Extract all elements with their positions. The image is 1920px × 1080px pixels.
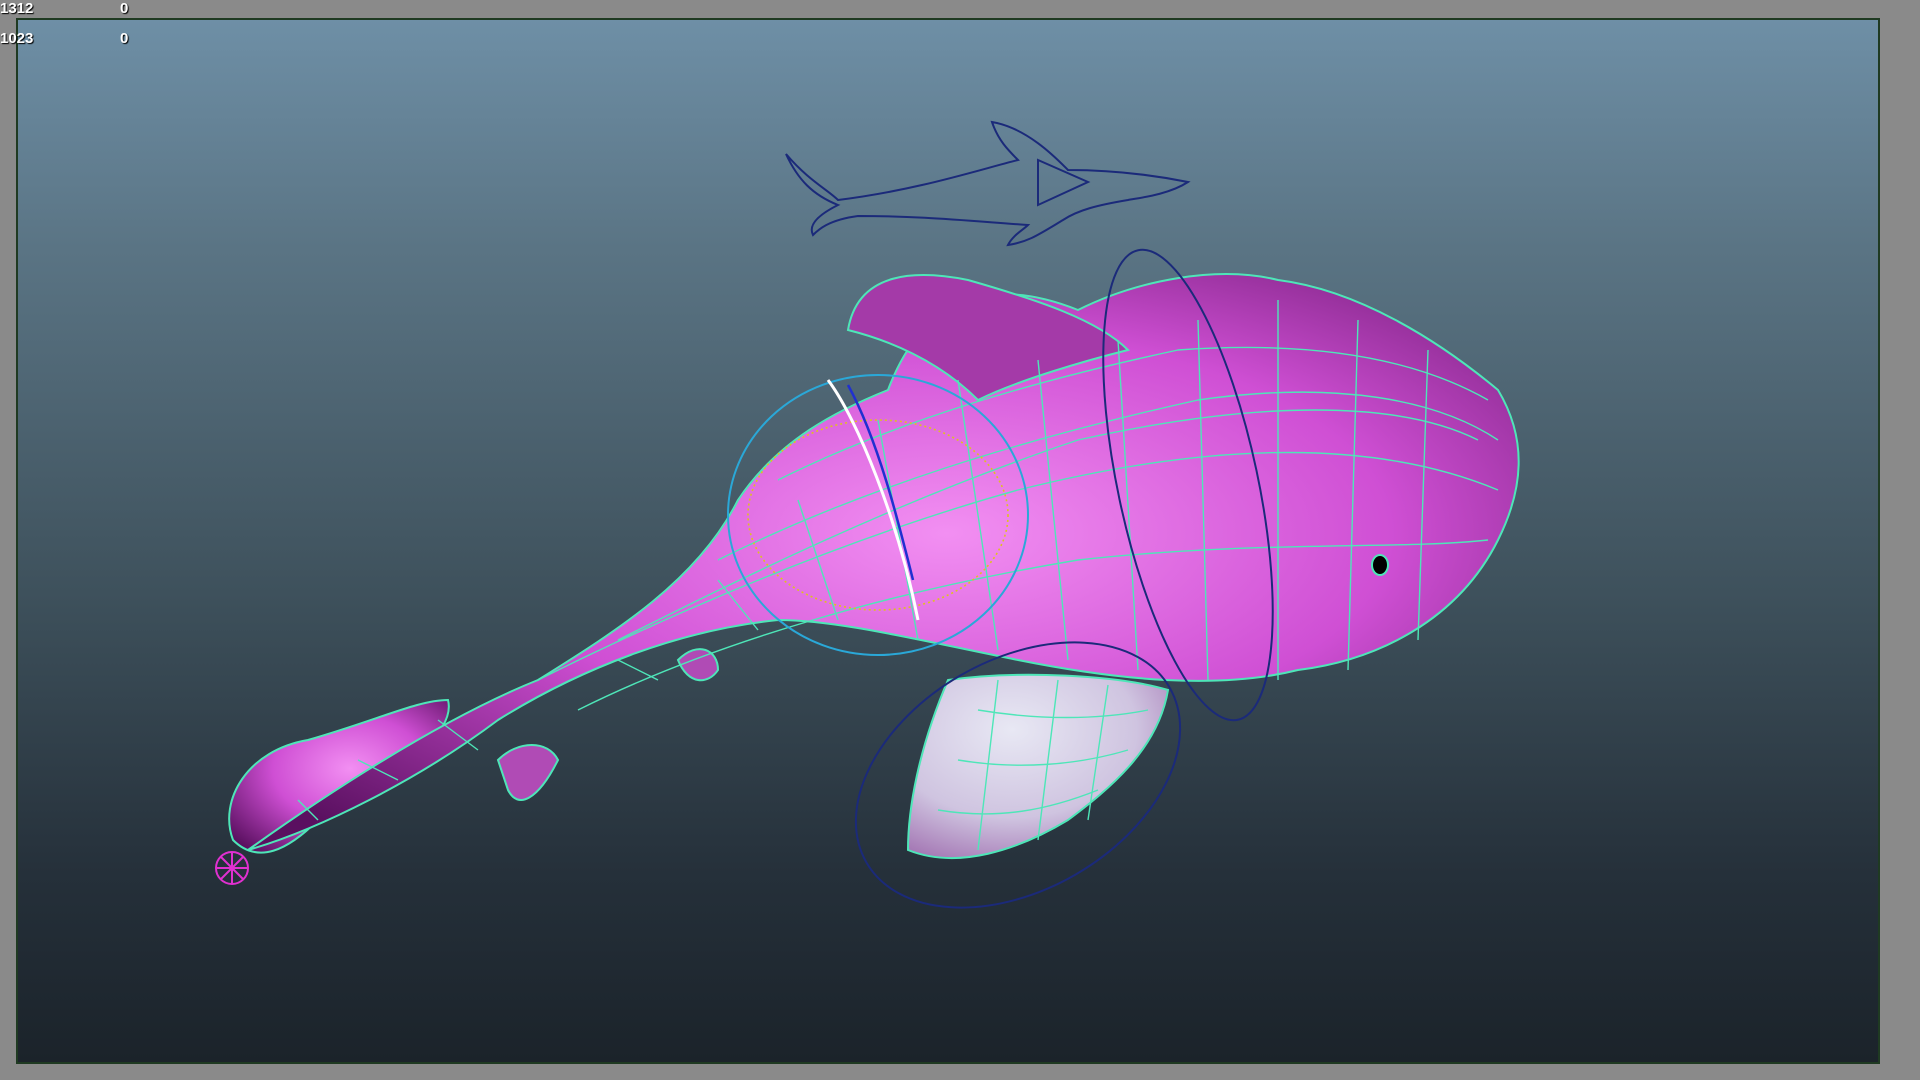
pectoral-fin[interactable] bbox=[906, 673, 1170, 860]
hud-row: 1312 0 bbox=[0, 0, 200, 18]
dolphin-outline-controller[interactable] bbox=[785, 120, 1191, 247]
hud-overlay: 1312 0 1023 0 bbox=[0, 0, 200, 56]
maya-viewport[interactable] bbox=[16, 18, 1880, 1064]
root-locator-icon[interactable] bbox=[215, 851, 249, 885]
hud-label: 1312 bbox=[0, 0, 34, 17]
hud-label: 1023 bbox=[0, 30, 34, 47]
eye bbox=[1371, 554, 1389, 576]
hud-value: 0 bbox=[120, 30, 129, 47]
small-fin[interactable] bbox=[496, 744, 560, 801]
hud-row: 1023 0 bbox=[0, 30, 200, 48]
small-fin[interactable] bbox=[676, 648, 720, 682]
tail-fluke[interactable] bbox=[228, 698, 450, 854]
hud-value: 0 bbox=[120, 0, 129, 17]
dolphin-model[interactable] bbox=[228, 273, 1520, 860]
dolphin-body[interactable] bbox=[247, 273, 1520, 851]
scene-canvas[interactable] bbox=[18, 20, 1880, 1064]
